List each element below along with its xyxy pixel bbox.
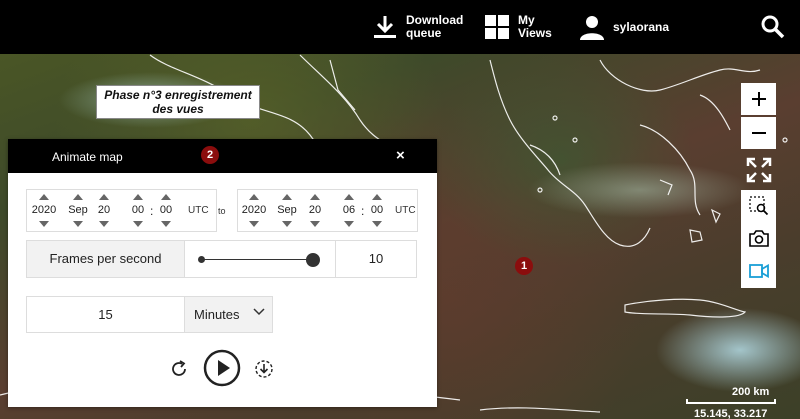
play-button[interactable] (203, 349, 241, 387)
download-animation-button[interactable] (253, 358, 275, 380)
time-step-row: 15 Minutes (26, 296, 273, 333)
user-menu-button[interactable]: sylaorana (579, 0, 669, 54)
spin-up-icon[interactable] (310, 194, 320, 200)
download-circle-icon (255, 360, 273, 378)
spin-down-icon[interactable] (344, 221, 354, 227)
download-queue-button[interactable]: Download queue (372, 0, 463, 54)
end-minute: 00 (370, 204, 384, 216)
cursor-coordinates: 15.145, 33.217 (694, 408, 768, 419)
search-button[interactable] (760, 0, 786, 54)
chevron-down-icon (253, 308, 265, 316)
fullscreen-icon (746, 157, 771, 183)
spin-down-icon[interactable] (249, 221, 259, 227)
plus-icon (751, 92, 766, 106)
end-year-spinner[interactable]: 2020 (241, 190, 267, 231)
my-views-label: My Views (518, 13, 552, 40)
start-day: 20 (97, 204, 111, 216)
camera-icon (748, 230, 769, 247)
to-label: to (218, 206, 226, 216)
end-day: 20 (308, 204, 322, 216)
fps-slider-thumb[interactable] (306, 253, 320, 267)
scale-bar (686, 399, 776, 404)
fps-label: Frames per second (26, 240, 185, 278)
search-icon (761, 15, 785, 39)
spin-up-icon[interactable] (282, 194, 292, 200)
fps-row: Frames per second 10 (26, 240, 417, 278)
start-day-spinner[interactable]: 20 (91, 190, 117, 231)
end-datetime: 2020 Sep 20 06 : 00 UTC (237, 189, 418, 232)
marker-1: 1 (515, 257, 533, 275)
close-icon[interactable]: × (396, 147, 405, 164)
start-year-spinner[interactable]: 2020 (31, 190, 57, 231)
spin-down-icon[interactable] (39, 221, 49, 227)
spin-down-icon[interactable] (161, 221, 171, 227)
caption-line-1: Phase n°3 enregistrement (104, 88, 252, 102)
spin-up-icon[interactable] (344, 194, 354, 200)
user-icon (580, 16, 604, 40)
end-month: Sep (277, 204, 297, 216)
zoom-in-button[interactable] (741, 83, 776, 115)
start-month: Sep (68, 204, 88, 216)
start-year: 2020 (31, 204, 57, 216)
start-minute-spinner[interactable]: 00 (153, 190, 179, 231)
spin-down-icon[interactable] (99, 221, 109, 227)
end-hour: 06 (342, 204, 356, 216)
time-unit-value: Minutes (194, 307, 240, 322)
end-day-spinner[interactable]: 20 (302, 190, 328, 231)
fps-slider[interactable] (185, 240, 335, 278)
start-minute: 00 (159, 204, 173, 216)
end-year: 2020 (241, 204, 267, 216)
fps-value[interactable]: 10 (335, 240, 417, 278)
spin-up-icon[interactable] (99, 194, 109, 200)
download-queue-label: Download queue (406, 13, 464, 40)
download-icon (374, 16, 396, 38)
panel-header: Animate map 2 × (8, 139, 437, 173)
top-bar: Download queue My Views sylaorana (0, 0, 800, 54)
spin-up-icon[interactable] (73, 194, 83, 200)
spin-down-icon[interactable] (310, 221, 320, 227)
animate-map-button[interactable] (741, 254, 776, 288)
spin-up-icon[interactable] (372, 194, 382, 200)
video-camera-icon (748, 264, 769, 278)
end-month-spinner[interactable]: Sep (274, 190, 300, 231)
snapshot-button[interactable] (741, 222, 776, 254)
fullscreen-button[interactable] (741, 153, 776, 187)
spin-down-icon[interactable] (372, 221, 382, 227)
start-datetime: 2020 Sep 20 00 : 00 UTC (26, 189, 217, 232)
play-icon (203, 349, 241, 387)
zoom-to-area-button[interactable] (741, 190, 776, 222)
spin-up-icon[interactable] (249, 194, 259, 200)
fps-slider-track[interactable] (202, 259, 313, 260)
start-hour: 00 (131, 204, 145, 216)
spin-up-icon[interactable] (39, 194, 49, 200)
loop-button[interactable] (168, 358, 190, 380)
zoom-area-icon (748, 196, 768, 216)
spin-down-icon[interactable] (133, 221, 143, 227)
panel-title: Animate map (52, 150, 123, 164)
scale-label: 200 km (732, 386, 770, 398)
time-step-input[interactable]: 15 (26, 296, 185, 333)
end-hour-spinner[interactable]: 06 (336, 190, 362, 231)
caption-box: Phase n°3 enregistrement des vues (96, 85, 260, 119)
spin-down-icon[interactable] (73, 221, 83, 227)
marker-2: 2 (201, 146, 219, 164)
minus-icon (751, 132, 766, 134)
end-minute-spinner[interactable]: 00 (364, 190, 390, 231)
my-views-button[interactable]: My Views (484, 0, 552, 54)
caption-line-2: des vues (152, 102, 204, 116)
start-timezone: UTC (188, 205, 209, 216)
spin-down-icon[interactable] (282, 221, 292, 227)
user-name: sylaorana (613, 19, 670, 34)
animate-map-panel: Animate map 2 × 2020 Sep 20 00 : 00 UTC … (8, 139, 437, 407)
spin-up-icon[interactable] (133, 194, 143, 200)
start-hour-spinner[interactable]: 00 (125, 190, 151, 231)
time-unit-select[interactable]: Minutes (184, 296, 273, 333)
spin-up-icon[interactable] (161, 194, 171, 200)
refresh-icon (172, 360, 186, 376)
grid-icon (485, 15, 509, 39)
start-month-spinner[interactable]: Sep (65, 190, 91, 231)
end-timezone: UTC (395, 205, 416, 216)
zoom-out-button[interactable] (741, 117, 776, 149)
